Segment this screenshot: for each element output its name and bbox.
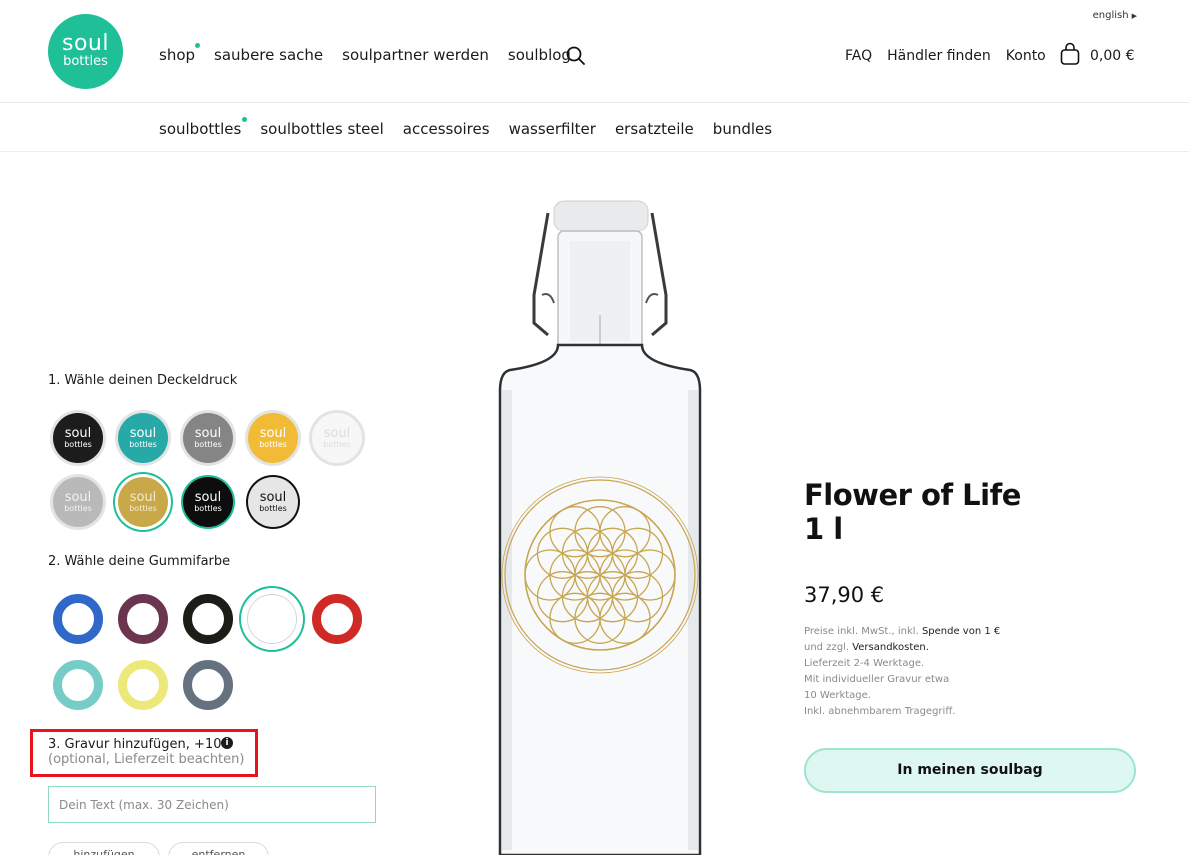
- cap-text-line-2: bottles: [259, 503, 287, 513]
- gum-color-swatch[interactable]: [53, 594, 103, 644]
- cap-swatch[interactable]: soul bottles: [312, 413, 362, 463]
- nav-soulpartner-werden[interactable]: soulpartner werden: [342, 46, 489, 64]
- nav-saubere-sache[interactable]: saubere sache: [214, 46, 323, 64]
- shopping-bag-icon[interactable]: [1059, 42, 1081, 66]
- cap-text-line-1: soul: [129, 489, 157, 505]
- info-icon[interactable]: i: [221, 737, 233, 749]
- cap-text-line-2: bottles: [323, 439, 351, 449]
- cap-text-line-1: soul: [323, 425, 351, 441]
- cat-accessoires[interactable]: accessoires: [403, 120, 490, 138]
- engraving-delivery-note-1: Mit individueller Gravur etwa: [804, 674, 950, 685]
- gum-color-swatch[interactable]: [183, 660, 233, 710]
- caret-right-icon: ▶: [1131, 12, 1137, 20]
- gum-color-swatch[interactable]: [118, 594, 168, 644]
- cap-text-line-2: bottles: [64, 503, 92, 513]
- language-switch[interactable]: english ▶: [1093, 10, 1137, 21]
- cap-text-line-1: soul: [259, 425, 287, 441]
- main-nav: shop saubere sache soulpartner werden so…: [159, 43, 571, 64]
- cat-soulbottles-steel[interactable]: soulbottles steel: [260, 120, 383, 138]
- engraving-add-button[interactable]: hinzufügen: [48, 842, 160, 855]
- cap-swatch[interactable]: soul bottles: [118, 477, 168, 527]
- cap-text-line-1: soul: [194, 425, 222, 441]
- cap-swatch[interactable]: soul bottles: [118, 413, 168, 463]
- cap-text-line-2: bottles: [194, 503, 222, 513]
- nav-konto[interactable]: Konto: [1006, 48, 1046, 64]
- brand-logo[interactable]: soul bottles: [48, 14, 123, 89]
- gum-color-swatch[interactable]: [247, 594, 297, 644]
- engraving-hint: (optional, Lieferzeit beachten): [48, 752, 245, 767]
- cat-bundles[interactable]: bundles: [713, 120, 772, 138]
- price-notes: Preise inkl. MwSt., inkl. Spende von 1 €…: [804, 624, 1024, 720]
- nav-soulblog[interactable]: soulblog: [508, 46, 571, 64]
- nav-shop[interactable]: shop: [159, 43, 201, 64]
- product-title: Flower of Life 1 l: [804, 478, 1021, 546]
- cap-text-line-2: bottles: [194, 439, 222, 449]
- cap-swatch[interactable]: soul bottles: [53, 477, 103, 527]
- search-icon[interactable]: [566, 46, 586, 66]
- cap-swatch[interactable]: soul bottles: [248, 477, 298, 527]
- cart-total[interactable]: 0,00 €: [1090, 48, 1135, 64]
- nav-haendler-finden[interactable]: Händler finden: [887, 48, 991, 64]
- handle-note: Inkl. abnehmbarem Tragegriff.: [804, 706, 956, 717]
- cat-wasserfilter[interactable]: wasserfilter: [509, 120, 596, 138]
- cap-text-line-1: soul: [64, 489, 92, 505]
- cap-text-line-1: soul: [259, 489, 287, 505]
- product-price: 37,90 €: [804, 583, 885, 607]
- product-title-line-1: Flower of Life: [804, 478, 1021, 512]
- engraving-text-input[interactable]: [48, 786, 376, 823]
- shipping-costs-link[interactable]: Versandkosten.: [852, 642, 929, 653]
- cap-swatch[interactable]: soul bottles: [183, 477, 233, 527]
- delivery-time: Lieferzeit 2-4 Werktage.: [804, 658, 925, 669]
- gum-color-swatch[interactable]: [53, 660, 103, 710]
- cat-soulbottles[interactable]: soulbottles: [159, 117, 248, 138]
- cap-text-line-1: soul: [194, 489, 222, 505]
- cap-swatch[interactable]: soul bottles: [183, 413, 233, 463]
- cap-text-line-2: bottles: [259, 439, 287, 449]
- logo-line-1: soul: [62, 31, 109, 56]
- legal-line-2: und zzgl.: [804, 642, 850, 653]
- subnav-divider: [0, 151, 1189, 152]
- product-image: [498, 200, 702, 855]
- engraving-remove-button[interactable]: entfernen: [168, 842, 269, 855]
- nav-faq[interactable]: FAQ: [845, 48, 872, 64]
- cap-text-line-1: soul: [64, 425, 92, 441]
- account-nav: FAQ Händler finden Konto: [845, 48, 1046, 64]
- cat-ersatzteile[interactable]: ersatzteile: [615, 120, 694, 138]
- gum-color-label: 2. Wähle deine Gummifarbe: [48, 554, 231, 569]
- cap-text-line-1: soul: [129, 425, 157, 441]
- gum-color-swatch[interactable]: [183, 594, 233, 644]
- gum-color-swatch[interactable]: [118, 660, 168, 710]
- language-label: english: [1092, 10, 1129, 21]
- header-divider: [0, 102, 1189, 103]
- product-title-line-2: 1 l: [804, 512, 843, 546]
- category-nav: soulbottles soulbottles steel accessoire…: [159, 117, 772, 138]
- logo-line-2: bottles: [63, 54, 108, 69]
- engraving-title: 3. Gravur hinzufügen, +10€: [48, 737, 230, 752]
- cap-swatch[interactable]: soul bottles: [53, 413, 103, 463]
- cap-text-line-2: bottles: [64, 439, 92, 449]
- cap-text-line-2: bottles: [129, 439, 157, 449]
- add-to-cart-button[interactable]: In meinen soulbag: [804, 748, 1136, 793]
- legal-line-1: Preise inkl. MwSt., inkl.: [804, 626, 919, 637]
- cap-print-label: 1. Wähle deinen Deckeldruck: [48, 373, 238, 388]
- cap-swatch[interactable]: soul bottles: [248, 413, 298, 463]
- donation-link[interactable]: Spende von 1 €: [922, 626, 1000, 637]
- gum-color-swatch[interactable]: [312, 594, 362, 644]
- engraving-delivery-note-2: 10 Werktage.: [804, 690, 871, 701]
- cap-text-line-2: bottles: [129, 503, 157, 513]
